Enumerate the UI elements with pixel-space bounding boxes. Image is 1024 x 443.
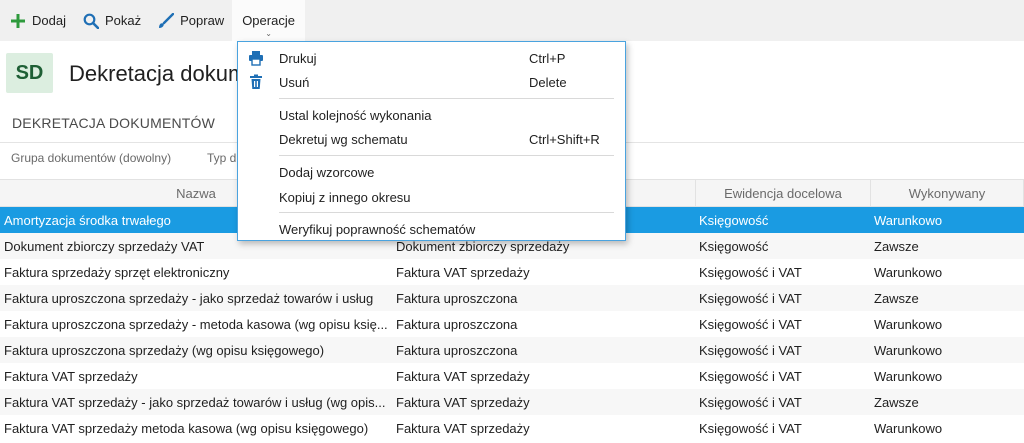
operations-menu: Drukuj Ctrl+P Usuń Delete Ustal kolejnoś… <box>237 41 626 241</box>
cell-executed: Zawsze <box>874 238 919 254</box>
cell-name: Faktura uproszczona sprzedaży - jako spr… <box>4 290 374 306</box>
operations-menu-button[interactable]: Operacje ⌄ <box>232 0 305 41</box>
cell-target-register: Księgowość i VAT <box>699 368 802 384</box>
cell-type: Faktura VAT sprzedaży <box>396 394 530 410</box>
table-row[interactable]: Faktura sprzedaży sprzęt elektroniczny F… <box>0 259 1024 285</box>
menu-separator <box>279 98 614 99</box>
search-icon <box>82 12 100 30</box>
menu-item-print[interactable]: Drukuj Ctrl+P <box>238 47 625 69</box>
chevron-down-icon: ⌄ <box>265 29 272 38</box>
cell-type: Faktura VAT sprzedaży <box>396 420 530 436</box>
menu-separator <box>279 155 614 156</box>
menu-item-delete[interactable]: Usuń Delete <box>238 71 625 93</box>
cell-name: Faktura uproszczona sprzedaży (wg opisu … <box>4 342 325 358</box>
menu-item-label: Dekretuj wg schematu <box>279 131 408 147</box>
cell-executed: Warunkowo <box>874 368 943 384</box>
cell-name: Faktura uproszczona sprzedaży - metoda k… <box>4 316 388 332</box>
menu-item-set-execution-order[interactable]: Ustal kolejność wykonania <box>238 104 625 126</box>
cell-executed: Warunkowo <box>874 264 943 280</box>
table-row[interactable]: Faktura uproszczona sprzedaży (wg opisu … <box>0 337 1024 363</box>
table-row[interactable]: Faktura uproszczona sprzedaży - jako spr… <box>0 285 1024 311</box>
menu-item-shortcut: Ctrl+Shift+R <box>529 131 600 147</box>
cell-target-register: Księgowość i VAT <box>699 420 802 436</box>
document-group-filter[interactable]: Grupa dokumentów (dowolny) <box>11 151 171 165</box>
edit-button-label: Popraw <box>180 13 225 28</box>
add-button[interactable]: Dodaj <box>0 0 74 41</box>
cell-type: Faktura uproszczona <box>396 290 518 306</box>
cell-executed: Zawsze <box>874 394 919 410</box>
module-badge: SD <box>6 53 53 93</box>
cell-target-register: Księgowość <box>699 238 769 254</box>
brush-icon <box>157 12 175 30</box>
cell-executed: Warunkowo <box>874 420 943 436</box>
operations-button-label: Operacje <box>242 13 295 28</box>
table-row[interactable]: Faktura VAT sprzedaży metoda kasowa (wg … <box>0 415 1024 441</box>
table-row[interactable]: Faktura uproszczona sprzedaży - metoda k… <box>0 311 1024 337</box>
menu-item-shortcut: Delete <box>529 74 567 90</box>
menu-item-add-templates[interactable]: Dodaj wzorcowe <box>238 161 625 183</box>
cell-type: Faktura uproszczona <box>396 342 518 358</box>
grid-body: Amortyzacja środka trwałego Księgowość W… <box>0 207 1024 441</box>
menu-item-verify-schemas[interactable]: Weryfikuj poprawność schematów <box>238 218 625 240</box>
cell-target-register: Księgowość <box>699 212 769 228</box>
cell-type: Faktura VAT sprzedaży <box>396 368 530 384</box>
cell-name: Faktura VAT sprzedaży <box>4 368 138 384</box>
printer-icon <box>248 50 264 66</box>
edit-button[interactable]: Popraw <box>149 0 232 41</box>
cell-executed: Warunkowo <box>874 342 943 358</box>
cell-name: Faktura VAT sprzedaży metoda kasowa (wg … <box>4 420 369 436</box>
menu-item-label: Ustal kolejność wykonania <box>279 107 432 123</box>
cell-target-register: Księgowość i VAT <box>699 290 802 306</box>
table-row[interactable]: Faktura VAT sprzedaży Faktura VAT sprzed… <box>0 363 1024 389</box>
menu-item-label: Drukuj <box>279 50 317 66</box>
cell-target-register: Księgowość i VAT <box>699 264 802 280</box>
cell-executed: Zawsze <box>874 290 919 306</box>
cell-type: Faktura uproszczona <box>396 316 518 332</box>
toolbar: Dodaj Pokaż Popraw Operacje ⌄ <box>0 0 1024 41</box>
table-row[interactable]: Faktura VAT sprzedaży - jako sprzedaż to… <box>0 389 1024 415</box>
menu-separator <box>279 212 614 213</box>
column-header-target-register[interactable]: Ewidencja docelowa <box>696 180 871 206</box>
section-title: DEKRETACJA DOKUMENTÓW <box>12 115 216 131</box>
show-button[interactable]: Pokaż <box>74 0 149 41</box>
cell-target-register: Księgowość i VAT <box>699 394 802 410</box>
cell-type: Faktura VAT sprzedaży <box>396 264 530 280</box>
add-button-label: Dodaj <box>32 13 66 28</box>
menu-item-copy-from-period[interactable]: Kopiuj z innego okresu <box>238 186 625 208</box>
menu-item-label: Usuń <box>279 74 310 90</box>
page-title: Dekretacja dokum <box>69 61 247 86</box>
column-header-executed[interactable]: Wykonywany <box>871 180 1024 206</box>
plus-icon <box>9 12 27 30</box>
cell-executed: Warunkowo <box>874 212 943 228</box>
menu-item-post-by-schema[interactable]: Dekretuj wg schematu Ctrl+Shift+R <box>238 128 625 150</box>
cell-executed: Warunkowo <box>874 316 943 332</box>
trash-icon <box>248 74 264 90</box>
menu-item-label: Kopiuj z innego okresu <box>279 189 411 205</box>
cell-name: Faktura sprzedaży sprzęt elektroniczny <box>4 264 230 280</box>
menu-item-label: Dodaj wzorcowe <box>279 164 375 180</box>
document-type-filter[interactable]: Typ d <box>207 151 236 165</box>
cell-name: Faktura VAT sprzedaży - jako sprzedaż to… <box>4 394 386 410</box>
show-button-label: Pokaż <box>104 13 142 28</box>
cell-target-register: Księgowość i VAT <box>699 316 802 332</box>
cell-target-register: Księgowość i VAT <box>699 342 802 358</box>
menu-item-label: Weryfikuj poprawność schematów <box>279 221 476 237</box>
menu-item-shortcut: Ctrl+P <box>529 50 566 66</box>
